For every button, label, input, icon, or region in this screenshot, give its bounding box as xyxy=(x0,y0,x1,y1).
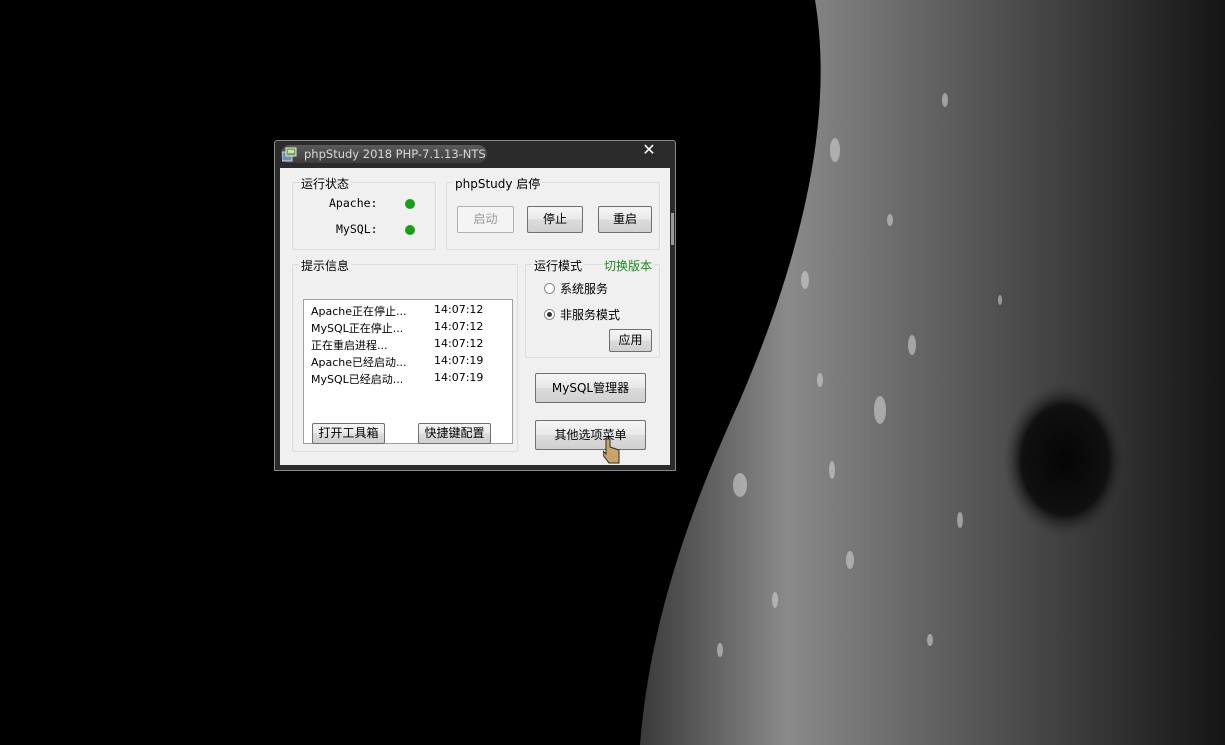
status-group-legend: 运行状态 xyxy=(299,175,352,192)
start-button[interactable]: 启动 xyxy=(457,206,514,233)
shortcut-config-button[interactable]: 快捷键配置 xyxy=(418,423,491,444)
log-message: Apache正在停止... xyxy=(311,305,407,318)
phpstudy-app-icon xyxy=(282,147,297,162)
log-message: MySQL正在停止... xyxy=(311,322,404,335)
mysql-label: MySQL: xyxy=(336,222,378,236)
system-service-radio[interactable] xyxy=(544,283,555,294)
log-row: MySQL正在停止... 14:07:12 xyxy=(311,320,511,337)
system-service-label[interactable]: 系统服务 xyxy=(560,280,608,297)
info-group-legend: 提示信息 xyxy=(299,257,352,274)
log-message: Apache已经启动... xyxy=(311,356,407,369)
apache-status-indicator xyxy=(405,199,415,209)
resize-grip[interactable] xyxy=(671,213,674,245)
restart-button[interactable]: 重启 xyxy=(598,206,652,233)
close-button[interactable]: ✕ xyxy=(639,141,659,159)
log-row: Apache已经启动... 14:07:19 xyxy=(311,354,511,371)
apply-button[interactable]: 应用 xyxy=(609,329,652,352)
status-group: 运行状态 Apache: MySQL: xyxy=(292,175,436,250)
stop-button[interactable]: 停止 xyxy=(527,206,583,233)
control-group-legend: phpStudy 启停 xyxy=(453,175,543,192)
log-row: 正在重启进程... 14:07:12 xyxy=(311,337,511,354)
log-message: MySQL已经启动... xyxy=(311,373,404,386)
log-row: Apache正在停止... 14:07:12 xyxy=(311,303,511,320)
mysql-manager-button[interactable]: MySQL管理器 xyxy=(535,373,646,403)
client-area: 运行状态 Apache: MySQL: phpStudy 启停 启动 停止 重启… xyxy=(280,168,670,465)
apache-label: Apache: xyxy=(329,196,378,210)
mysql-status-indicator xyxy=(405,225,415,235)
log-time: 14:07:19 xyxy=(434,371,484,384)
title-bar[interactable]: phpStudy 2018 PHP-7.1.13-NTS ✕ xyxy=(275,141,675,167)
log-time: 14:07:12 xyxy=(434,320,484,333)
phpstudy-window: phpStudy 2018 PHP-7.1.13-NTS ✕ 运行状态 Apac… xyxy=(274,140,676,471)
mode-group: 运行模式 切换版本 系统服务 非服务模式 应用 xyxy=(525,257,660,358)
non-service-label[interactable]: 非服务模式 xyxy=(560,306,620,323)
mode-group-legend: 运行模式 xyxy=(532,257,585,274)
other-options-menu-button[interactable]: 其他选项菜单 xyxy=(535,420,646,450)
log-row: MySQL已经启动... 14:07:19 xyxy=(311,371,511,388)
open-toolbox-button[interactable]: 打开工具箱 xyxy=(312,423,385,444)
log-time: 14:07:12 xyxy=(434,337,484,350)
radio-selected-dot xyxy=(547,312,552,317)
window-title: phpStudy 2018 PHP-7.1.13-NTS xyxy=(304,147,486,161)
control-group: phpStudy 启停 启动 停止 重启 xyxy=(446,175,660,250)
switch-version-link[interactable]: 切换版本 xyxy=(602,257,655,274)
log-time: 14:07:12 xyxy=(434,303,484,316)
non-service-radio[interactable] xyxy=(544,309,555,320)
hand-pointer-cursor-icon xyxy=(603,438,620,464)
log-time: 14:07:19 xyxy=(434,354,484,367)
close-icon: ✕ xyxy=(642,140,656,159)
log-message: 正在重启进程... xyxy=(311,339,388,352)
